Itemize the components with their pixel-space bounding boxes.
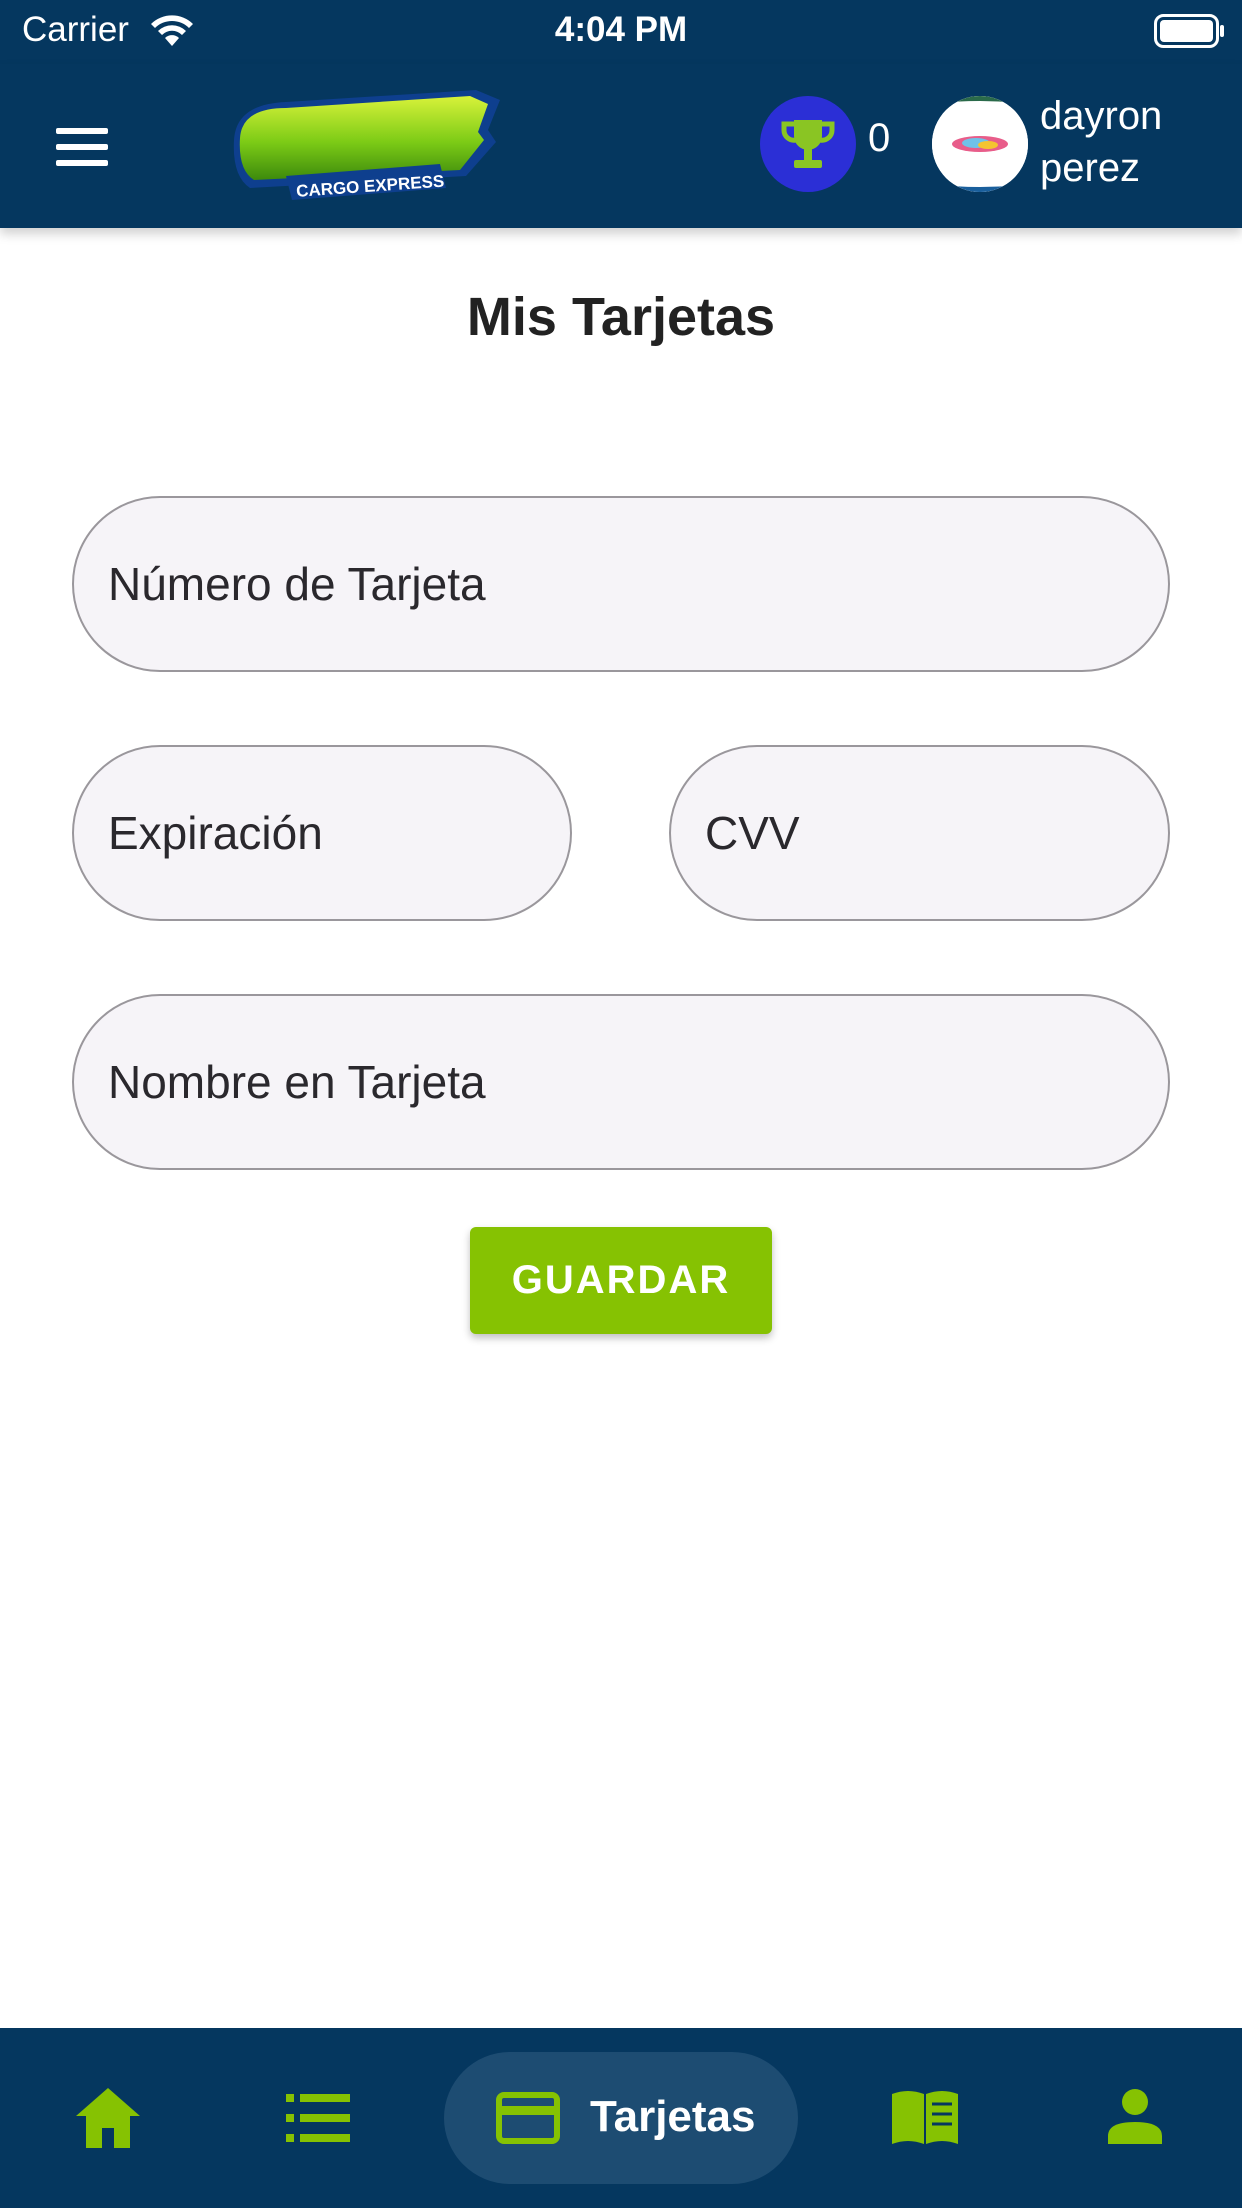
menu-button[interactable] xyxy=(50,116,118,176)
nav-item-label: Tarjetas xyxy=(590,2092,756,2141)
expiration-input[interactable] xyxy=(108,747,536,919)
user-name[interactable]: dayron perez xyxy=(1040,90,1230,194)
avatar[interactable] xyxy=(932,96,1028,192)
trophy-button[interactable] xyxy=(760,96,856,192)
bottom-nav: Tarjetas xyxy=(0,2028,1242,2208)
hamburger-icon-bar xyxy=(56,128,108,134)
hamburger-icon-bar xyxy=(56,144,108,150)
status-bar: Carrier 4:04 PM xyxy=(0,0,1242,64)
book-icon xyxy=(892,2091,958,2144)
person-icon xyxy=(1108,2089,1162,2144)
user-first-name: dayron xyxy=(1040,94,1163,138)
clock-label: 4:04 PM xyxy=(554,10,688,49)
cvv-input[interactable] xyxy=(705,747,1134,919)
nav-item-book[interactable] xyxy=(886,2028,966,2208)
card-number-input[interactable] xyxy=(108,498,1134,670)
hamburger-icon-bar xyxy=(56,160,108,166)
save-button[interactable]: GUARDAR xyxy=(470,1227,772,1334)
home-icon xyxy=(76,2088,140,2148)
avatar-image xyxy=(932,96,1028,192)
card-number-field[interactable] xyxy=(72,496,1170,672)
app-bar: CARGO EXPRESS 0 dayron perez xyxy=(0,64,1242,228)
trophy-icon xyxy=(781,120,835,168)
card-name-field[interactable] xyxy=(72,994,1170,1170)
nav-item-list[interactable] xyxy=(278,2028,358,2208)
list-icon xyxy=(286,2094,350,2142)
nav-item-tarjetas[interactable]: Tarjetas xyxy=(444,2052,798,2184)
credit-card-icon xyxy=(496,2092,560,2144)
battery-icon xyxy=(1154,14,1224,48)
geex-logo: CARGO EXPRESS xyxy=(233,90,501,201)
user-last-name: perez xyxy=(1040,146,1141,190)
page-title: Mis Tarjetas xyxy=(466,287,776,347)
expiration-field[interactable] xyxy=(72,745,572,921)
points-count: 0 xyxy=(868,116,891,160)
cvv-field[interactable] xyxy=(669,745,1170,921)
card-name-input[interactable] xyxy=(108,996,1134,1168)
nav-item-home[interactable] xyxy=(68,2028,148,2208)
nav-item-profile[interactable] xyxy=(1104,2028,1164,2208)
